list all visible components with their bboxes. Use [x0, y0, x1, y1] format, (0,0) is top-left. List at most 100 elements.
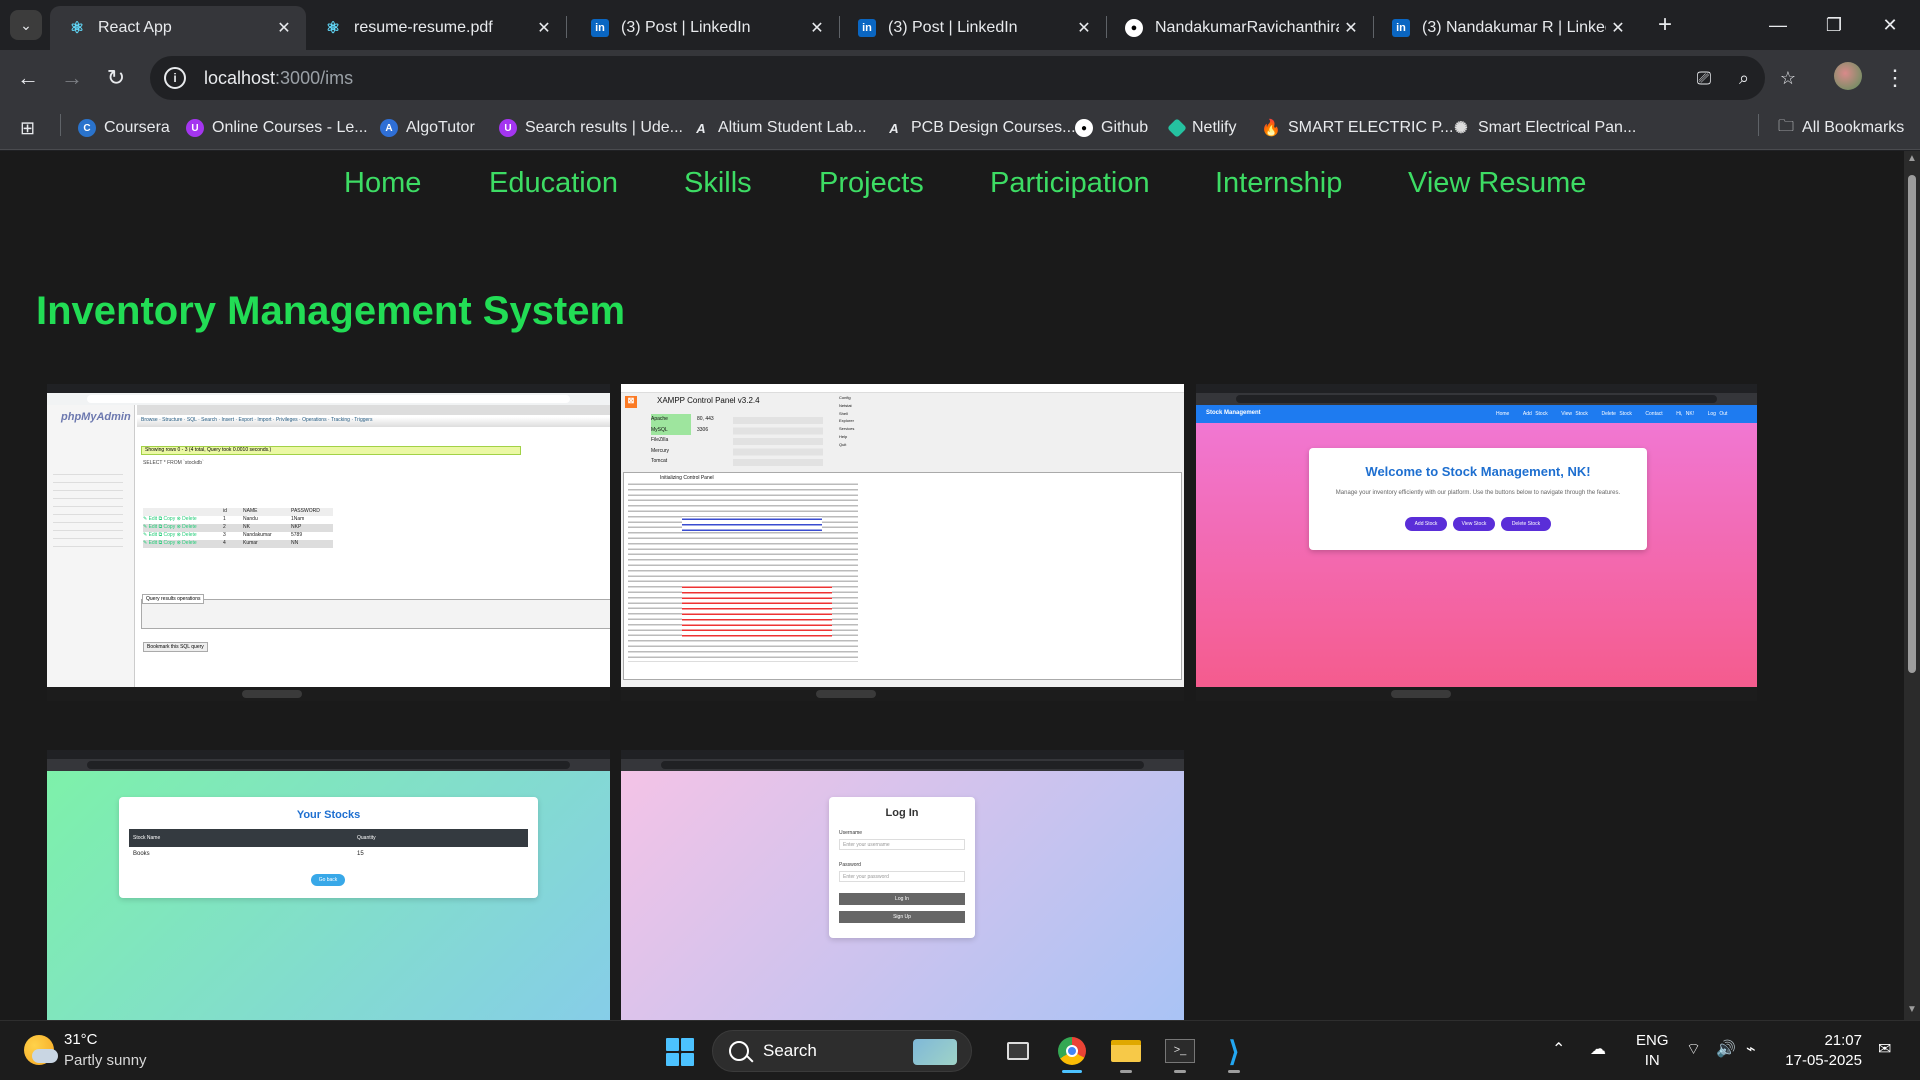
volume-icon[interactable]: 🔊	[1716, 1039, 1736, 1059]
nav-projects[interactable]: Projects	[819, 167, 924, 200]
weather-desc[interactable]: Partly sunny	[64, 1052, 147, 1069]
pma-tabs: Browse · Structure · SQL · Search · Inse…	[137, 417, 610, 427]
bookmark-smart-electrical-panel[interactable]: ✺ Smart Electrical Pan...	[1452, 114, 1636, 142]
browser-chrome: ⌄ ⚛ React App ✕ ⚛ resume-resume.pdf ✕ in…	[0, 0, 1920, 151]
flame-icon: 🔥	[1261, 120, 1281, 137]
bookmark-github[interactable]: ● Github	[1075, 114, 1148, 142]
tab-github[interactable]: ● NandakumarRavichanthiran ✕	[1107, 6, 1373, 50]
nav-skills[interactable]: Skills	[684, 167, 752, 200]
stocks-table-header: Stock Name Quantity	[129, 829, 528, 847]
mini-tabbar	[47, 750, 610, 759]
bookmark-altium[interactable]: A Altium Student Lab...	[692, 114, 866, 142]
notifications-icon[interactable]: ✉	[1878, 1039, 1891, 1059]
weather-icon[interactable]	[24, 1035, 58, 1065]
pma-db-tree	[53, 467, 123, 547]
chrome-icon[interactable]	[1052, 1031, 1092, 1073]
screenshot-phpmyadmin[interactable]: phpMyAdmin Browse · Structure · SQL · Se…	[47, 384, 610, 701]
language-indicator[interactable]: ENG IN	[1636, 1031, 1669, 1071]
bookmark-udemy-search[interactable]: U Search results | Ude...	[499, 114, 683, 142]
bookmark-pcb-design[interactable]: A PCB Design Courses...	[885, 114, 1075, 142]
folder-icon: 🗀	[1778, 117, 1795, 135]
nav-home[interactable]: Home	[344, 167, 421, 200]
bookmarks-bar: ⊞ C Coursera U Online Courses - Le... A …	[0, 106, 1920, 150]
screenshot-xampp[interactable]: ⊠ XAMPP Control Panel v3.2.4 Apache 80, 4…	[621, 384, 1184, 701]
close-icon[interactable]: ✕	[272, 18, 296, 38]
onedrive-icon[interactable]: ☁	[1590, 1039, 1606, 1059]
nav-view-resume[interactable]: View Resume	[1408, 167, 1586, 200]
vscode-icon[interactable]: ⟩	[1214, 1031, 1254, 1073]
scroll-down-icon[interactable]: ▼	[1904, 1004, 1920, 1018]
minimize-button[interactable]: —	[1758, 8, 1798, 42]
tab-search-button[interactable]: ⌄	[10, 10, 42, 40]
mini-tabbar	[1196, 384, 1757, 393]
close-icon[interactable]: ✕	[1606, 18, 1630, 38]
task-view-icon[interactable]	[998, 1031, 1038, 1071]
scroll-up-icon[interactable]: ▲	[1904, 153, 1920, 167]
profile-avatar[interactable]	[1834, 62, 1862, 90]
close-icon[interactable]: ✕	[1072, 18, 1096, 38]
reload-button[interactable]: ↻	[98, 60, 134, 96]
install-app-icon[interactable]: ⎚	[1690, 64, 1718, 92]
search-highlight-image	[913, 1039, 957, 1065]
screenshot-login[interactable]: Log In Username Enter your username Pass…	[621, 750, 1184, 1020]
tab-linkedin-post-1[interactable]: in (3) Post | LinkedIn ✕	[573, 6, 839, 50]
bookmark-label: Online Courses - Le...	[212, 119, 368, 136]
bookmark-coursera[interactable]: C Coursera	[78, 114, 170, 142]
bookmark-smart-electric[interactable]: 🔥 SMART ELECTRIC P...	[1261, 114, 1453, 142]
nav-internship[interactable]: Internship	[1215, 167, 1342, 200]
scroll-thumb[interactable]	[1908, 175, 1916, 673]
close-icon[interactable]: ✕	[805, 18, 829, 38]
zoom-icon[interactable]: ⌕	[1730, 64, 1758, 92]
close-icon[interactable]: ✕	[1339, 18, 1363, 38]
screenshot-your-stocks[interactable]: Your Stocks Stock Name Quantity Books 15…	[47, 750, 610, 1020]
linkedin-icon: in	[591, 19, 609, 37]
address-bar[interactable]: i localhost:3000/ims ⎚ ⌕ ☆	[150, 56, 1796, 100]
file-explorer-icon[interactable]	[1106, 1031, 1146, 1073]
tray-overflow-icon[interactable]: ⌃	[1552, 1039, 1565, 1059]
tab-linkedin-profile[interactable]: in (3) Nandakumar R | LinkedIn ✕	[1374, 6, 1640, 50]
page-scrollbar[interactable]: ▲ ▼	[1904, 151, 1920, 1020]
bookmark-algotutor[interactable]: A AlgoTutor	[380, 114, 475, 142]
pma-result-table: id NAME PASSWORD ✎ Edit ⧉ Copy ⊗ Delete 1 Na…	[143, 508, 333, 556]
back-button[interactable]: ←	[10, 60, 46, 96]
weather-temp[interactable]: 31°C	[64, 1031, 98, 1048]
screenshot-stock-home[interactable]: Stock Management Home Add Stock View Sto…	[1196, 384, 1757, 701]
window-close-button[interactable]: ✕	[1870, 8, 1910, 42]
bookmark-star-icon[interactable]: ☆	[1774, 64, 1802, 92]
taskbar-search[interactable]: Search	[712, 1030, 972, 1072]
apps-grid-icon[interactable]: ⊞	[20, 114, 35, 142]
nav-education[interactable]: Education	[489, 167, 618, 200]
bookmark-label: Github	[1101, 119, 1149, 136]
battery-icon[interactable]: ⌁	[1746, 1039, 1756, 1059]
tab-label: resume-resume.pdf	[354, 19, 493, 36]
url-path: :3000/ims	[275, 67, 354, 88]
react-icon: ⚛	[69, 20, 85, 37]
xampp-log: Initializing Control Panel	[623, 472, 1182, 680]
restore-button[interactable]: ❐	[1814, 8, 1854, 42]
wifi-icon[interactable]: ⌔	[1686, 1039, 1701, 1059]
pma-sidebar: phpMyAdmin	[47, 405, 135, 687]
browser-menu-icon[interactable]: ⋮	[1880, 60, 1910, 96]
nav-participation[interactable]: Participation	[990, 167, 1150, 200]
terminal-icon[interactable]: >_	[1160, 1031, 1200, 1073]
search-icon	[729, 1041, 749, 1061]
bookmark-label: AlgoTutor	[406, 119, 475, 136]
all-bookmarks-button[interactable]: 🗀 All Bookmarks	[1778, 114, 1904, 142]
address-url[interactable]: localhost:3000/ims	[204, 68, 353, 89]
tab-linkedin-post-2[interactable]: in (3) Post | LinkedIn ✕	[840, 6, 1106, 50]
bookmark-online-courses[interactable]: U Online Courses - Le...	[186, 114, 368, 142]
new-tab-button[interactable]: +	[1650, 10, 1680, 40]
tab-label: (3) Post | LinkedIn	[621, 19, 751, 36]
tab-label: NandakumarRavichanthiran	[1155, 19, 1339, 36]
close-icon[interactable]: ✕	[532, 18, 556, 38]
site-info-icon[interactable]: i	[164, 67, 186, 89]
start-button[interactable]	[666, 1038, 694, 1066]
tab-resume-pdf[interactable]: ⚛ resume-resume.pdf ✕	[306, 6, 566, 50]
system-clock[interactable]: 21:07 17-05-2025	[1772, 1031, 1862, 1071]
netlify-icon	[1167, 118, 1187, 138]
forward-button[interactable]: →	[54, 60, 90, 96]
tab-react-app[interactable]: ⚛ React App ✕	[50, 6, 306, 50]
xampp-action-buttons	[733, 415, 823, 467]
mini-addressbar	[47, 759, 610, 771]
bookmark-netlify[interactable]: Netlify	[1167, 114, 1236, 142]
